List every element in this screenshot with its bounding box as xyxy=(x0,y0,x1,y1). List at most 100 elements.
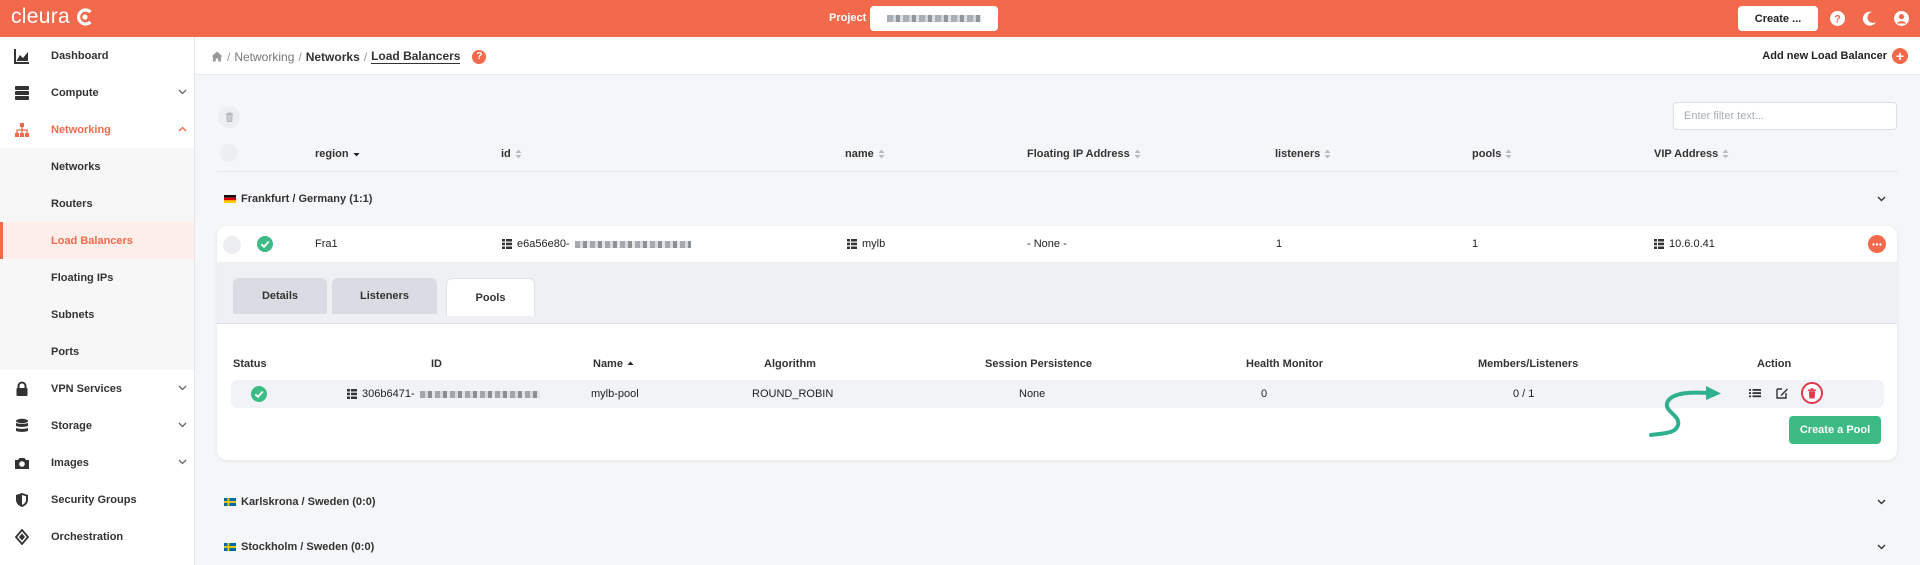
id-grid-icon xyxy=(502,239,512,249)
chevron-down-icon xyxy=(178,89,187,95)
pool-header-name[interactable]: Name xyxy=(593,358,634,370)
lb-listeners-count: 1 xyxy=(1276,238,1283,250)
region-group-label: Stockholm / Sweden (0:0) xyxy=(241,541,375,553)
row-actions-button[interactable] xyxy=(1868,235,1886,253)
sidebar-item-label: Dashboard xyxy=(51,49,109,62)
sidebar: Dashboard Compute Networking Networks Ro… xyxy=(0,37,195,565)
region-group-karlskrona[interactable]: Karlskrona / Sweden (0:0) xyxy=(224,496,376,508)
column-header-name[interactable]: name xyxy=(845,148,885,160)
sidebar-item-security-groups[interactable]: Security Groups xyxy=(0,481,194,518)
table-row[interactable]: Fra1 e6a56e80- mylb - None - 1 1 10.6.0.… xyxy=(217,226,1897,262)
pool-header-session-persistence: Session Persistence xyxy=(985,358,1093,370)
sidebar-item-label: Networking xyxy=(51,123,111,136)
column-header-label: name xyxy=(845,148,874,160)
chevron-down-icon[interactable] xyxy=(1877,499,1886,505)
column-header-region[interactable]: region xyxy=(315,148,360,160)
delete-pool-button[interactable] xyxy=(1801,382,1823,404)
column-header-id[interactable]: id xyxy=(501,148,522,160)
sidebar-item-compute[interactable]: Compute xyxy=(0,74,194,111)
column-header-vip-address[interactable]: VIP Address xyxy=(1654,148,1729,160)
pool-algorithm: ROUND_ROBIN xyxy=(752,388,834,400)
breadcrumb-networking[interactable]: Networking xyxy=(234,50,294,64)
name-grid-icon xyxy=(847,239,857,249)
table-row[interactable]: 306b6471- mylb-pool ROUND_ROBIN None 0 0… xyxy=(231,380,1884,408)
pool-name: mylb-pool xyxy=(591,388,639,400)
sidebar-item-dashboard[interactable]: Dashboard xyxy=(0,37,194,74)
row-select-checkbox[interactable] xyxy=(223,236,241,254)
sort-desc-icon xyxy=(353,153,360,157)
sidebar-item-vpn-services[interactable]: VPN Services xyxy=(0,370,194,407)
column-header-label: VIP Address xyxy=(1654,148,1719,160)
bulk-delete-button[interactable] xyxy=(218,106,240,128)
sidebar-item-images[interactable]: Images xyxy=(0,444,194,481)
column-header-floating-ip[interactable]: Floating IP Address xyxy=(1027,148,1141,160)
select-all-checkbox[interactable] xyxy=(220,144,238,162)
pool-header-members-listeners: Members/Listeners xyxy=(1478,358,1579,370)
sidebar-item-floating-ips[interactable]: Floating IPs xyxy=(0,259,194,296)
status-active-check-icon xyxy=(257,236,273,252)
chart-icon xyxy=(14,49,29,64)
sidebar-item-load-balancers[interactable]: Load Balancers xyxy=(0,222,194,259)
region-group-stockholm[interactable]: Stockholm / Sweden (0:0) xyxy=(224,541,374,553)
lb-name[interactable]: mylb xyxy=(847,238,885,250)
tab-listeners[interactable]: Listeners xyxy=(332,278,437,314)
column-header-listeners[interactable]: listeners xyxy=(1275,148,1331,160)
create-pool-button[interactable]: Create a Pool xyxy=(1789,416,1881,444)
create-button[interactable]: Create ... xyxy=(1738,6,1818,31)
lb-vip-text: 10.6.0.41 xyxy=(1669,238,1715,250)
sidebar-item-label: Orchestration xyxy=(51,530,124,543)
pool-id-redacted xyxy=(419,390,540,398)
sidebar-item-storage[interactable]: Storage xyxy=(0,407,194,444)
chevron-up-icon xyxy=(178,126,187,132)
cleura-logo[interactable]: cleura xyxy=(11,5,95,29)
help-question-icon[interactable]: ? xyxy=(472,49,487,64)
sidebar-item-label: Images xyxy=(51,456,89,469)
sidebar-item-networks[interactable]: Networks xyxy=(0,148,194,185)
sweden-flag-icon xyxy=(224,498,236,506)
user-account-icon[interactable] xyxy=(1893,10,1910,27)
add-load-balancer-button[interactable]: Add new Load Balancer + xyxy=(1762,48,1908,64)
sidebar-item-label: VPN Services xyxy=(51,382,122,395)
sort-icon xyxy=(1324,149,1331,159)
region-group-frankfurt[interactable]: Frankfurt / Germany (1:1) xyxy=(224,193,372,205)
chevron-down-icon[interactable] xyxy=(1877,196,1886,202)
project-selector[interactable] xyxy=(870,6,998,31)
lb-region: Fra1 xyxy=(315,238,338,250)
sidebar-item-orchestration[interactable]: Orchestration xyxy=(0,518,194,555)
lb-id[interactable]: e6a56e80- xyxy=(502,238,691,250)
breadcrumb-separator: / xyxy=(298,49,302,64)
breadcrumb: / Networking / Networks / Load Balancers… xyxy=(211,49,487,64)
trash-icon xyxy=(225,112,233,122)
sidebar-item-label: Networks xyxy=(51,160,101,173)
pool-header-label: Name xyxy=(593,358,623,370)
breadcrumb-networks[interactable]: Networks xyxy=(306,50,360,64)
tab-details[interactable]: Details xyxy=(233,278,327,314)
sidebar-item-routers[interactable]: Routers xyxy=(0,185,194,222)
tab-pools[interactable]: Pools xyxy=(446,278,535,316)
page-header: / Networking / Networks / Load Balancers… xyxy=(195,37,1920,75)
load-balancer-card: Fra1 e6a56e80- mylb - None - 1 1 10.6.0.… xyxy=(217,226,1897,460)
filter-input[interactable] xyxy=(1673,102,1897,130)
list-members-icon[interactable] xyxy=(1748,386,1762,400)
sort-icon xyxy=(1505,149,1512,159)
dark-mode-moon-icon[interactable] xyxy=(1861,10,1878,27)
pool-id[interactable]: 306b6471- xyxy=(347,388,540,400)
lb-id-redacted xyxy=(574,240,691,248)
pool-header-health-monitor: Health Monitor xyxy=(1246,358,1323,370)
sidebar-item-label: Subnets xyxy=(51,308,95,321)
sidebar-item-networking[interactable]: Networking xyxy=(0,111,194,148)
sidebar-item-label: Storage xyxy=(51,419,92,432)
lb-vip-address[interactable]: 10.6.0.41 xyxy=(1654,238,1715,250)
breadcrumb-current-page: Load Balancers xyxy=(371,49,461,64)
edit-icon[interactable] xyxy=(1775,386,1789,400)
cleura-logo-icon xyxy=(77,8,92,26)
sidebar-item-subnets[interactable]: Subnets xyxy=(0,296,194,333)
sidebar-item-ports[interactable]: Ports xyxy=(0,333,194,370)
help-icon[interactable]: ? xyxy=(1829,10,1846,27)
id-grid-icon xyxy=(347,389,357,399)
project-label: Project xyxy=(829,12,867,24)
home-icon[interactable] xyxy=(211,51,223,62)
sidebar-item-label: Ports xyxy=(51,345,80,358)
column-header-pools[interactable]: pools xyxy=(1472,148,1512,160)
chevron-down-icon[interactable] xyxy=(1877,544,1886,550)
